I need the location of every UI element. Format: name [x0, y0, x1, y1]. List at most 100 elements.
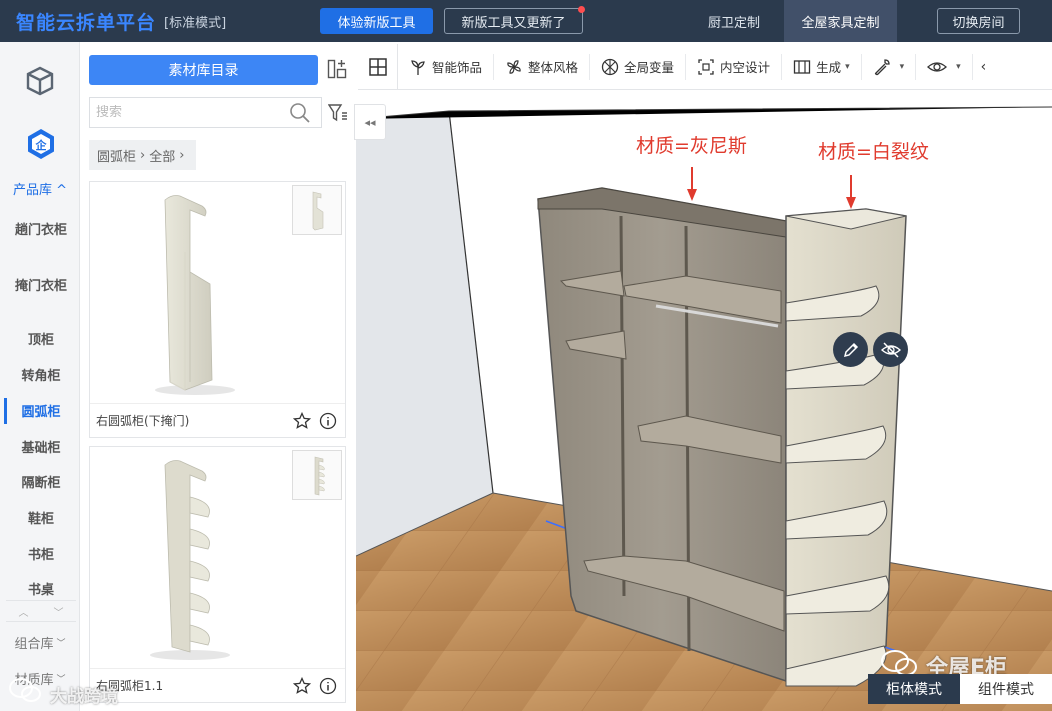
chevron-right-icon: › — [140, 147, 146, 163]
category-shoe-cabinet[interactable]: 鞋柜 — [6, 511, 76, 528]
catalog-item-caption: 右圆弧柜1.1 — [90, 668, 345, 702]
product-library-label: 产品库 ^ — [12, 182, 68, 198]
left-nav: 企 产品库 ^ 趟门衣柜 掩门衣柜 顶柜 转角柜 圆弧柜 基础柜 隔断柜 鞋柜 … — [0, 42, 80, 711]
cube-icon[interactable] — [25, 66, 55, 96]
combo-library-label: 组合库 — [14, 636, 54, 652]
watermark-left: 大战跨境 — [50, 687, 118, 707]
grid-icon — [368, 57, 387, 76]
category-sliding-wardrobe[interactable]: 趟门衣柜 — [6, 222, 76, 239]
tool-visibility-dropdown[interactable]: ▾ — [916, 53, 973, 80]
tool-label: 智能饰品 — [432, 60, 483, 75]
category-top-cabinet[interactable]: 顶柜 — [6, 332, 76, 349]
tool-interior-design[interactable]: 内空设计 — [686, 53, 783, 80]
hide-button[interactable] — [873, 332, 908, 367]
mode-label: [标准模式] — [164, 15, 227, 31]
tool-overall-style[interactable]: 整体风格 — [494, 53, 591, 80]
catalog-panel: 素材库目录 圆弧柜 › 全部 › — [80, 42, 354, 711]
catalog-item-card[interactable]: 右圆弧柜(下掩门) — [89, 181, 346, 438]
catalog-item-caption: 右圆弧柜(下掩门) — [90, 403, 345, 437]
arrow-down-icon — [846, 175, 856, 209]
info-icon[interactable] — [319, 677, 337, 695]
filter-icon[interactable] — [328, 103, 348, 123]
arrow-down-icon — [687, 167, 697, 201]
material-annotation-left: 材质=灰尼斯 — [636, 135, 747, 157]
catalog-item-card[interactable]: 右圆弧柜1.1 — [89, 446, 346, 703]
tool-wrench-dropdown[interactable]: ▾ — [862, 53, 917, 80]
material-annotation-right: 材质=白裂纹 — [818, 141, 929, 163]
layout-icon — [793, 59, 811, 74]
try-new-tools-button[interactable]: 体验新版工具 — [320, 8, 433, 34]
tool-label: 内空设计 — [720, 60, 771, 75]
chevron-down-icon: ▾ — [845, 61, 850, 72]
product-thumbnail[interactable] — [292, 450, 342, 500]
search-input[interactable] — [96, 105, 289, 120]
tab-kitchen-bath[interactable]: 厨卫定制 — [684, 0, 784, 42]
globe-icon — [601, 58, 619, 75]
product-library-header[interactable]: 产品库 ^ — [0, 178, 80, 198]
room-scene — [356, 91, 1052, 711]
wrench-icon — [874, 58, 890, 75]
app-title: 智能云拆单平台 — [16, 11, 157, 34]
tab-whole-house-furniture[interactable]: 全屋家具定制 — [784, 0, 897, 42]
category-hinged-wardrobe[interactable]: 掩门衣柜 — [6, 278, 76, 295]
category-base-cabinet[interactable]: 基础柜 — [6, 440, 76, 457]
plant-icon — [411, 59, 425, 75]
fan-icon — [507, 59, 521, 74]
catalog-item-name: 右圆弧柜(下掩门) — [96, 414, 190, 428]
eye-off-icon — [880, 341, 901, 358]
breadcrumb-item[interactable]: 全部 — [149, 146, 175, 165]
search-box — [89, 97, 322, 128]
combo-library-header[interactable]: 组合库 ﹀ — [0, 632, 80, 652]
category-desk[interactable]: 书桌 — [6, 582, 76, 599]
tool-label: 全局变量 — [624, 60, 675, 75]
3d-viewport[interactable]: 材质=灰尼斯 材质=白裂纹 — [356, 91, 1052, 711]
mode-switch: 柜体模式 组件模式 — [868, 674, 1052, 704]
breadcrumb-item[interactable]: 圆弧柜 — [97, 146, 136, 165]
catalog-directory-button[interactable]: 素材库目录 — [89, 55, 318, 85]
main-toolbar: 智能饰品 整体风格 全局变量 内空设计 生成 ▾ ▾ ▾ ‹ — [358, 43, 1052, 90]
star-icon[interactable] — [293, 411, 311, 430]
tool-global-variables[interactable]: 全局变量 — [590, 53, 687, 80]
chevron-left-icon[interactable]: ‹ — [973, 59, 987, 75]
category-partition-cabinet[interactable]: 隔断柜 — [6, 475, 76, 492]
star-icon[interactable] — [293, 676, 311, 695]
svg-text:企: 企 — [35, 138, 48, 152]
component-mode-button[interactable]: 组件模式 — [960, 674, 1052, 704]
category-corner-cabinet[interactable]: 转角柜 — [6, 368, 76, 385]
product-thumbnail[interactable] — [292, 185, 342, 235]
scroll-up-icon[interactable]: ︿ — [6, 601, 41, 621]
enterprise-icon[interactable]: 企 — [25, 128, 57, 160]
double-chevron-left-icon: ◂◂ — [364, 115, 376, 129]
notification-dot — [578, 6, 585, 13]
tool-smart-decor[interactable]: 智能饰品 — [398, 53, 495, 80]
category-scroll: ︿ ﹀ — [6, 600, 76, 622]
scroll-down-icon[interactable]: ﹀ — [41, 601, 76, 621]
chevron-right-icon: › — [179, 147, 185, 163]
chevron-down-icon: ▾ — [956, 61, 961, 72]
search-icon[interactable] — [289, 102, 311, 124]
wechat-icon — [9, 678, 41, 702]
info-icon[interactable] — [319, 412, 337, 430]
thumbnail-render — [312, 191, 324, 231]
category-arc-cabinet[interactable]: 圆弧柜 — [6, 404, 76, 421]
new-tools-updated-label: 新版工具又更新了 — [461, 15, 566, 31]
breadcrumb: 圆弧柜 › 全部 › — [89, 140, 197, 170]
switch-room-button[interactable]: 切换房间 — [937, 8, 1020, 34]
category-bookcase[interactable]: 书柜 — [6, 547, 76, 564]
collapse-panel-button[interactable]: ◂◂ — [354, 104, 386, 140]
edit-button[interactable] — [833, 332, 868, 367]
thumbnail-render — [314, 456, 325, 496]
chevron-down-icon: ▾ — [899, 61, 905, 72]
catalog-item-name: 右圆弧柜1.1 — [96, 679, 164, 693]
eye-icon — [927, 61, 948, 72]
frame-icon — [698, 58, 714, 75]
view-grid-button[interactable] — [358, 43, 398, 90]
tool-generate-dropdown[interactable]: 生成 ▾ — [782, 53, 862, 80]
tool-label: 生成 — [816, 60, 842, 75]
chevron-down-icon: ﹀ — [56, 638, 66, 649]
pencil-icon — [843, 342, 858, 357]
cabinet-mode-button[interactable]: 柜体模式 — [868, 674, 960, 704]
new-tools-updated-button[interactable]: 新版工具又更新了 — [444, 6, 585, 34]
tool-label: 整体风格 — [528, 60, 579, 75]
layout-grid-icon[interactable] — [327, 59, 347, 79]
